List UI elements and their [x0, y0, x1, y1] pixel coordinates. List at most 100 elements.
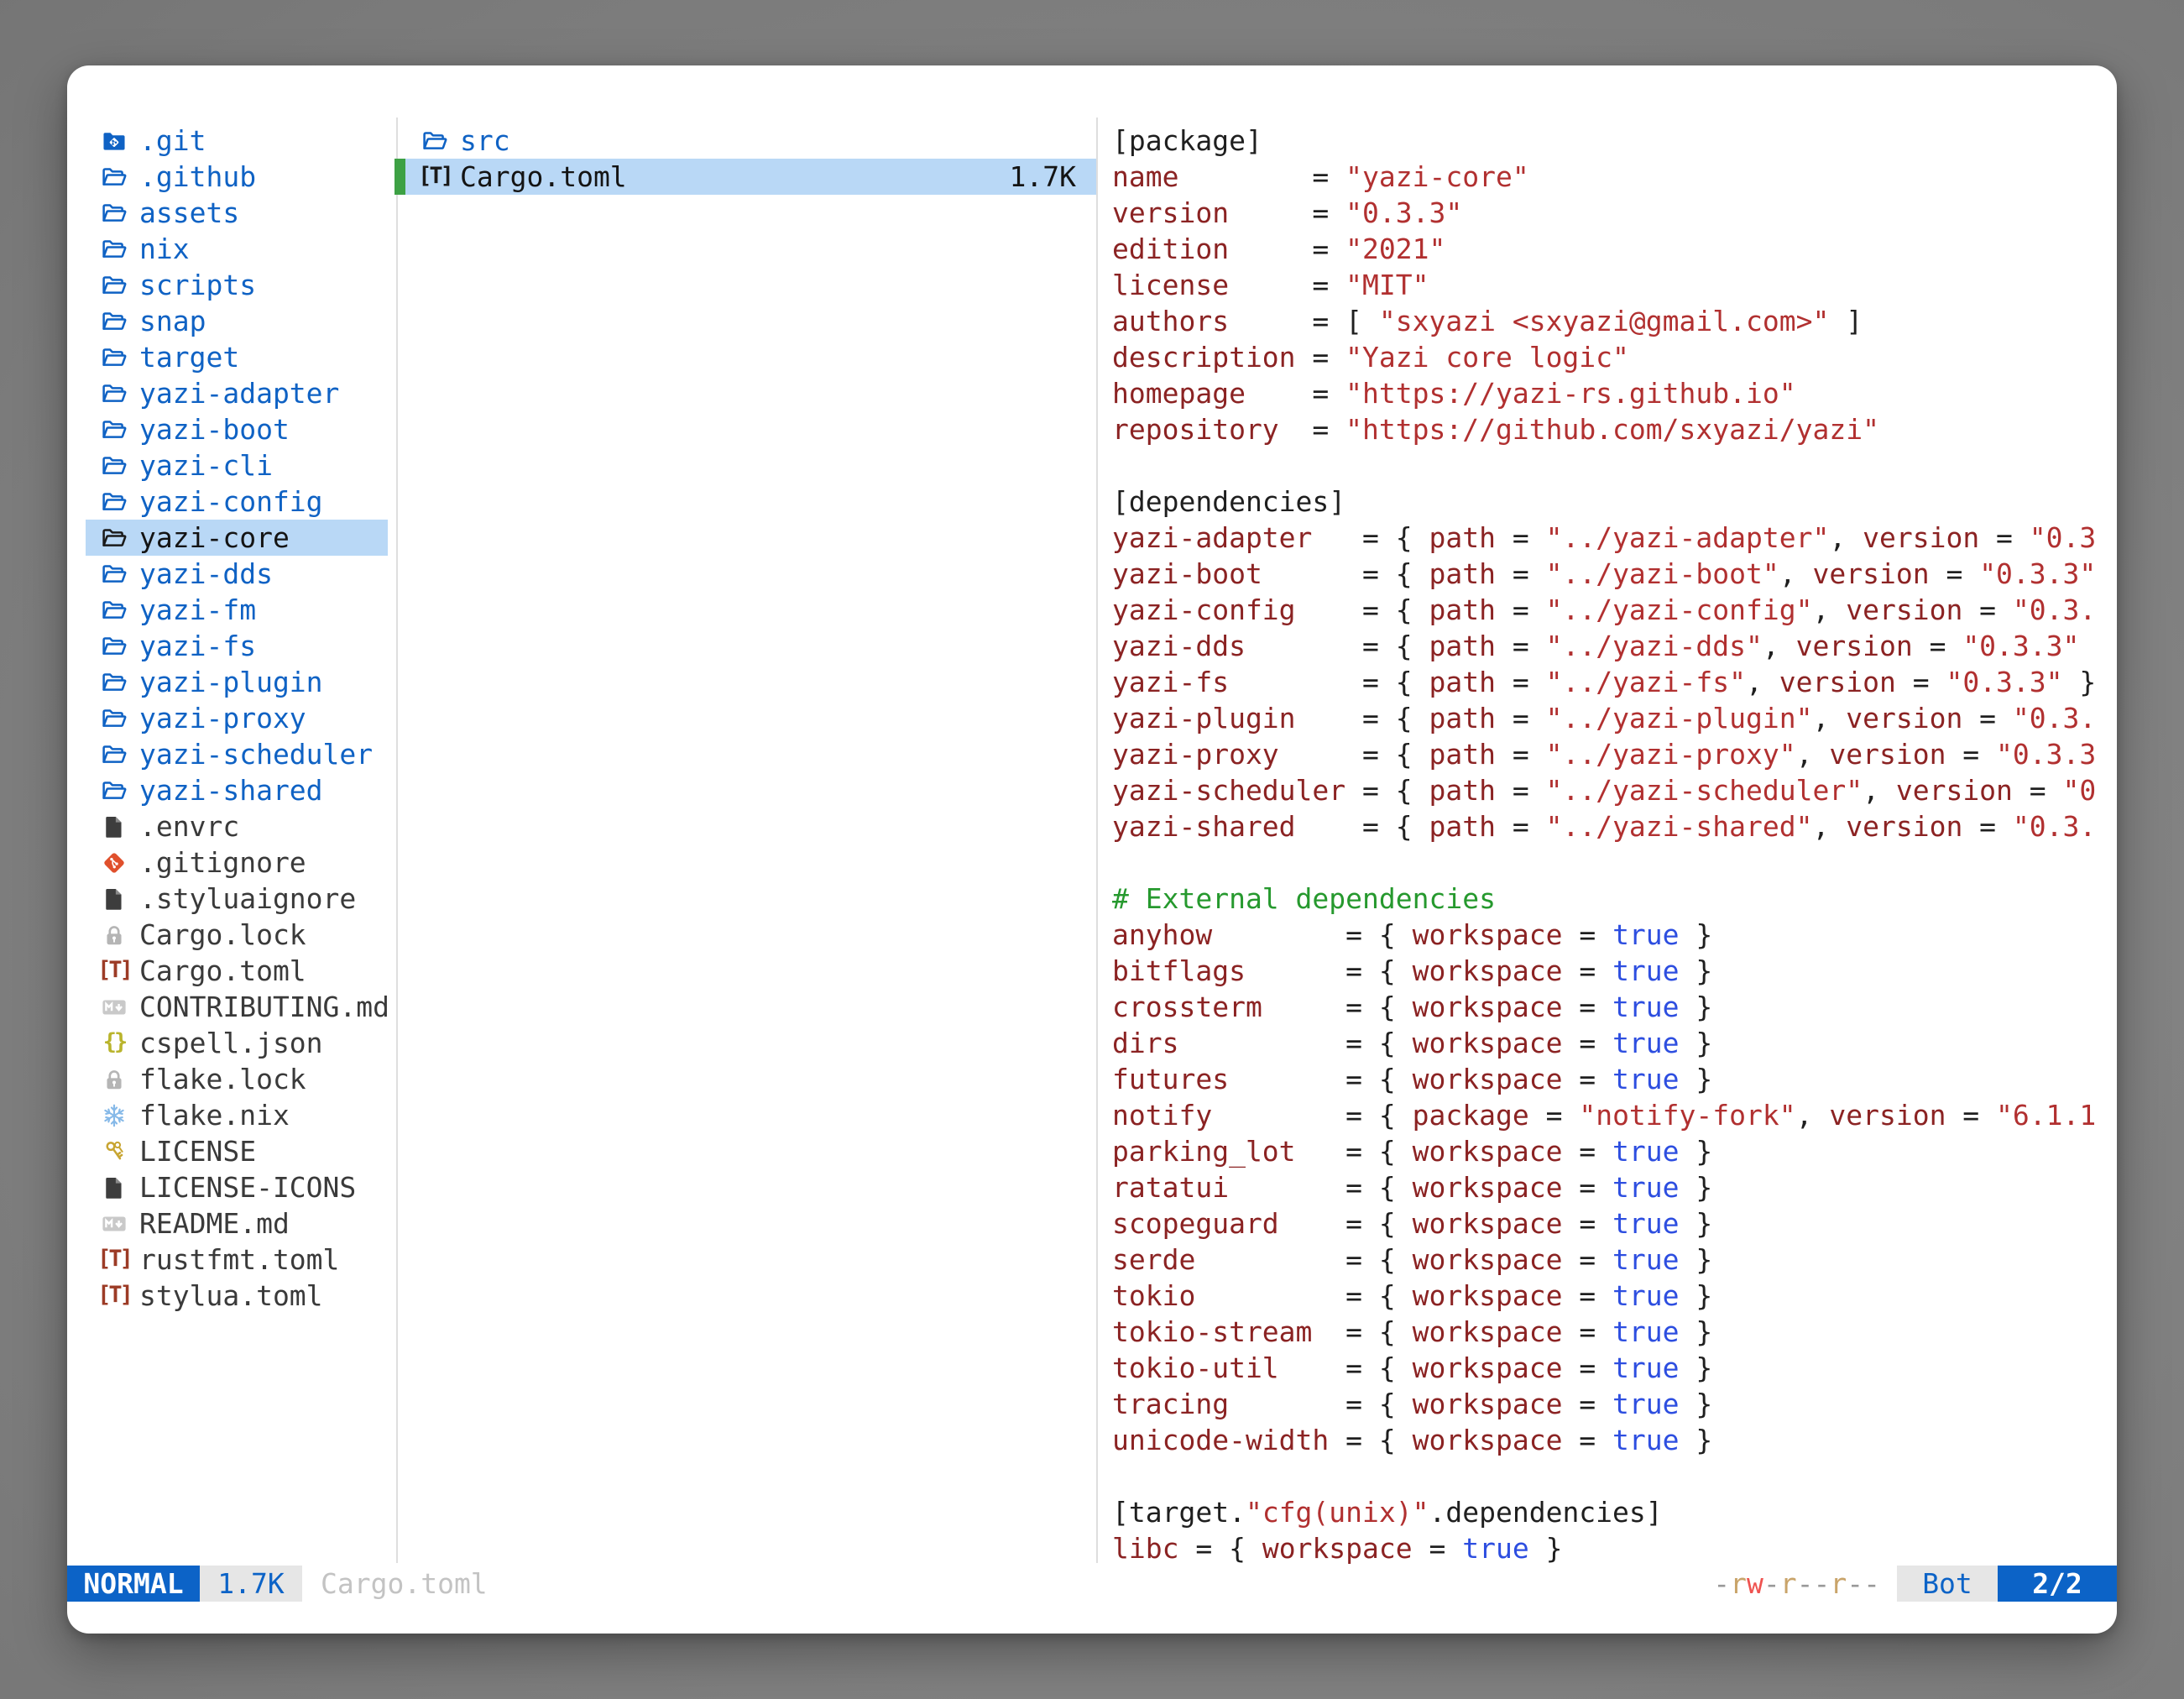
dir-row[interactable]: .github: [86, 159, 388, 195]
folder-open-icon: [97, 413, 131, 447]
file-size-badge: 1.7K: [200, 1566, 302, 1602]
file-row[interactable]: [T]Cargo.toml1.7K: [394, 159, 1098, 195]
folder-open-icon: [97, 269, 131, 302]
preview-line: [package]: [1112, 123, 2111, 159]
dir-row[interactable]: assets: [86, 195, 388, 231]
entry-label: yazi-config: [139, 485, 323, 518]
snowflake-icon: [97, 1099, 131, 1132]
preview-line: crossterm = { workspace = true }: [1112, 989, 2111, 1025]
entry-label: flake.nix: [139, 1099, 290, 1132]
entry-label: target: [139, 341, 239, 374]
entry-label: nix: [139, 233, 190, 265]
preview-line: futures = { workspace = true }: [1112, 1061, 2111, 1097]
lock-icon: [97, 1063, 131, 1096]
dir-row[interactable]: yazi-plugin: [86, 664, 388, 700]
file-row[interactable]: [T]rustfmt.toml: [86, 1242, 388, 1278]
entry-label: LICENSE-ICONS: [139, 1171, 356, 1204]
file-icon: [97, 810, 131, 844]
entry-label: yazi-shared: [139, 774, 323, 807]
entry-label: yazi-core: [139, 521, 290, 554]
file-row[interactable]: .styluaignore: [86, 881, 388, 917]
preview-line: yazi-fs = { path = "../yazi-fs", version…: [1112, 664, 2111, 700]
preview-line: yazi-proxy = { path = "../yazi-proxy", v…: [1112, 736, 2111, 772]
entry-label: .github: [139, 160, 256, 193]
mode-badge: NORMAL: [67, 1566, 200, 1602]
status-filename: Cargo.toml: [321, 1566, 488, 1602]
preview-line: yazi-plugin = { path = "../yazi-plugin",…: [1112, 700, 2111, 736]
preview-line: serde = { workspace = true }: [1112, 1242, 2111, 1278]
preview-line: # External dependencies: [1112, 881, 2111, 917]
dir-row[interactable]: snap: [86, 303, 388, 339]
preview-line: [1112, 447, 2111, 484]
preview-line: tokio = { workspace = true }: [1112, 1278, 2111, 1314]
entry-label: Cargo.toml: [460, 160, 627, 193]
preview-line: tracing = { workspace = true }: [1112, 1386, 2111, 1422]
dir-row[interactable]: yazi-core: [86, 520, 388, 556]
dir-row[interactable]: yazi-config: [86, 484, 388, 520]
folder-open-icon: [97, 449, 131, 483]
preview-line: yazi-boot = { path = "../yazi-boot", ver…: [1112, 556, 2111, 592]
file-row[interactable]: {}cspell.json: [86, 1025, 388, 1061]
preview-line: yazi-config = { path = "../yazi-config",…: [1112, 592, 2111, 628]
entry-label: LICENSE: [139, 1135, 256, 1168]
folder-open-icon: [97, 774, 131, 808]
file-row[interactable]: flake.lock: [86, 1061, 388, 1097]
entry-size: 1.7K: [1010, 160, 1098, 193]
folder-open-icon: [97, 630, 131, 663]
dir-row[interactable]: src: [394, 123, 1098, 159]
file-row[interactable]: CONTRIBUTING.md: [86, 989, 388, 1025]
entry-label: yazi-scheduler: [139, 738, 373, 771]
entry-label: flake.lock: [139, 1063, 306, 1095]
file-row[interactable]: LICENSE-ICONS: [86, 1169, 388, 1205]
entry-label: assets: [139, 196, 239, 229]
dir-row[interactable]: scripts: [86, 267, 388, 303]
preview-pane: [package]name = "yazi-core"version = "0.…: [1112, 123, 2111, 1566]
folder-open-icon: [97, 305, 131, 338]
entry-label: .styluaignore: [139, 882, 356, 915]
folder-open-icon: [97, 738, 131, 771]
file-row[interactable]: LICENSE: [86, 1133, 388, 1169]
markdown-icon: [97, 1207, 131, 1241]
preview-line: dirs = { workspace = true }: [1112, 1025, 2111, 1061]
dir-row[interactable]: nix: [86, 231, 388, 267]
entry-label: yazi-plugin: [139, 666, 323, 698]
preview-line: notify = { package = "notify-fork", vers…: [1112, 1097, 2111, 1133]
entry-label: snap: [139, 305, 206, 337]
preview-line: scopeguard = { workspace = true }: [1112, 1205, 2111, 1242]
preview-line: tokio-util = { workspace = true }: [1112, 1350, 2111, 1386]
dir-row[interactable]: yazi-shared: [86, 772, 388, 808]
file-row[interactable]: .envrc: [86, 808, 388, 844]
dir-row[interactable]: yazi-fs: [86, 628, 388, 664]
preview-line: libc = { workspace = true }: [1112, 1530, 2111, 1566]
dir-row[interactable]: yazi-dds: [86, 556, 388, 592]
entry-label: yazi-dds: [139, 557, 273, 590]
preview-line: [1112, 844, 2111, 881]
file-row[interactable]: Cargo.lock: [86, 917, 388, 953]
file-row[interactable]: .gitignore: [86, 844, 388, 881]
file-row[interactable]: [T]stylua.toml: [86, 1278, 388, 1314]
cursor-position-badge: 2/2: [1998, 1566, 2117, 1602]
toml-icon: [T]: [97, 1279, 131, 1313]
dir-row[interactable]: yazi-cli: [86, 447, 388, 484]
preview-line: [target."cfg(unix)".dependencies]: [1112, 1494, 2111, 1530]
dir-row[interactable]: yazi-boot: [86, 411, 388, 447]
file-row[interactable]: [T]Cargo.toml: [86, 953, 388, 989]
preview-line: tokio-stream = { workspace = true }: [1112, 1314, 2111, 1350]
dir-row[interactable]: target: [86, 339, 388, 375]
git-diamond-icon: [97, 846, 131, 880]
dir-row[interactable]: yazi-proxy: [86, 700, 388, 736]
markdown-icon: [97, 991, 131, 1024]
dir-row[interactable]: yazi-adapter: [86, 375, 388, 411]
dir-row[interactable]: yazi-fm: [86, 592, 388, 628]
file-row[interactable]: README.md: [86, 1205, 388, 1242]
dir-row[interactable]: .git: [86, 123, 388, 159]
preview-line: [1112, 1458, 2111, 1494]
entry-label: yazi-adapter: [139, 377, 339, 410]
dir-row[interactable]: yazi-scheduler: [86, 736, 388, 772]
file-row[interactable]: flake.nix: [86, 1097, 388, 1133]
preview-line: homepage = "https://yazi-rs.github.io": [1112, 375, 2111, 411]
entry-label: CONTRIBUTING.md: [139, 991, 389, 1023]
folder-open-icon: [418, 124, 452, 158]
folder-open-icon: [97, 233, 131, 266]
lock-icon: [97, 918, 131, 952]
